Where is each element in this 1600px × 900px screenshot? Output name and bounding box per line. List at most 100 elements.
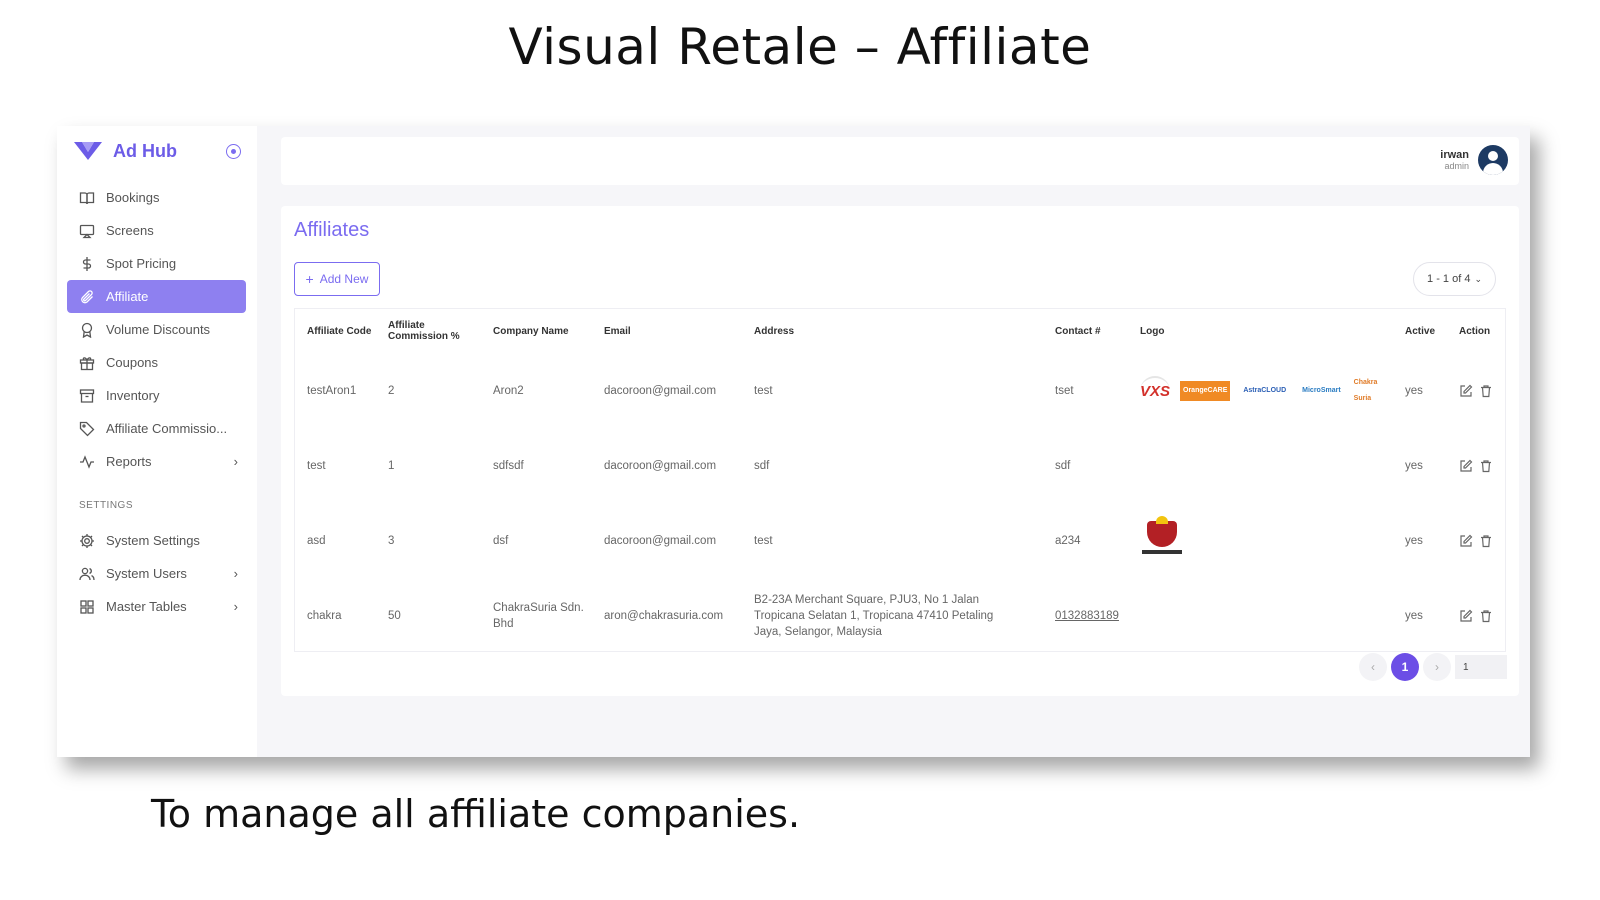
- cell-email: dacoroon@gmail.com: [604, 384, 717, 397]
- edit-icon[interactable]: [1459, 384, 1473, 398]
- page-jump-input[interactable]: 1: [1455, 655, 1507, 679]
- cell-company: ChakraSuria Sdn. Bhd: [493, 601, 584, 630]
- cell-company: sdfsdf: [493, 459, 524, 472]
- column-header[interactable]: Affiliate Commission %: [376, 309, 481, 353]
- award-icon: [78, 321, 96, 339]
- cell-commission: 3: [388, 534, 395, 547]
- avatar[interactable]: [1478, 145, 1508, 175]
- app-screenshot: Ad Hub Bookings Screens Spot Pricing Aff…: [57, 126, 1530, 757]
- delete-icon[interactable]: [1479, 384, 1493, 398]
- table-row[interactable]: asd 3 dsf dacoroon@gmail.com test a234 y…: [295, 503, 1507, 578]
- sidebar-item-volume-discounts[interactable]: Volume Discounts: [67, 313, 246, 346]
- cell-address: test: [754, 534, 773, 547]
- table-row[interactable]: testAron1 2 Aron2 dacoroon@gmail.com tes…: [295, 353, 1507, 428]
- sidebar: Ad Hub Bookings Screens Spot Pricing Aff…: [57, 126, 257, 757]
- sidebar-item-inventory[interactable]: Inventory: [67, 379, 246, 412]
- next-page-button[interactable]: ›: [1423, 653, 1451, 681]
- cell-commission: 2: [388, 384, 395, 397]
- sidebar-toggle-icon[interactable]: [226, 144, 241, 159]
- users-icon: [78, 565, 96, 583]
- page-title: Affiliates: [294, 219, 370, 241]
- delete-icon[interactable]: [1479, 459, 1493, 473]
- sidebar-item-label: System Users: [106, 566, 187, 581]
- chevron-right-icon: ›: [233, 599, 238, 614]
- sidebar-item-master-tables[interactable]: Master Tables ›: [67, 590, 246, 623]
- edit-icon[interactable]: [1459, 534, 1473, 548]
- cell-address: test: [754, 384, 773, 397]
- cell-contact: sdf: [1055, 459, 1071, 472]
- column-header[interactable]: Affiliate Code: [295, 309, 376, 353]
- column-header[interactable]: Address: [742, 309, 1043, 353]
- cell-contact[interactable]: 0132883189: [1043, 578, 1128, 653]
- chevron-right-icon: ›: [233, 566, 238, 581]
- sidebar-item-affiliate-commission[interactable]: Affiliate Commissio...: [67, 412, 246, 445]
- sidebar-nav: Bookings Screens Spot Pricing Affiliate: [67, 181, 246, 623]
- sidebar-item-label: System Settings: [106, 533, 200, 548]
- sidebar-item-system-settings[interactable]: System Settings: [67, 524, 246, 557]
- cell-email: dacoroon@gmail.com: [604, 534, 717, 547]
- add-new-button[interactable]: + Add New: [294, 262, 380, 296]
- cell-logo: [1128, 578, 1393, 653]
- sidebar-item-label: Affiliate: [106, 289, 149, 304]
- archive-icon: [78, 387, 96, 405]
- prev-page-button[interactable]: ‹: [1359, 653, 1387, 681]
- table-row[interactable]: test 1 sdfsdf dacoroon@gmail.com sdf sdf…: [295, 428, 1507, 503]
- affiliates-card: Affiliates + Add New 1 - 1 of 4 ⌄ Affili…: [281, 206, 1519, 696]
- column-header[interactable]: Logo: [1128, 309, 1393, 353]
- plus-icon: +: [305, 271, 314, 287]
- sidebar-item-coupons[interactable]: Coupons: [67, 346, 246, 379]
- sidebar-item-label: Volume Discounts: [106, 322, 211, 337]
- paperclip-icon: [78, 288, 96, 306]
- cell-email: dacoroon@gmail.com: [604, 459, 717, 472]
- sidebar-item-system-users[interactable]: System Users ›: [67, 557, 246, 590]
- sidebar-item-label: Master Tables: [106, 599, 187, 614]
- sidebar-item-label: Spot Pricing: [106, 256, 177, 271]
- cell-address: sdf: [754, 459, 770, 472]
- cell-company: Aron2: [493, 384, 524, 397]
- sidebar-item-label: Affiliate Commissio...: [106, 421, 228, 436]
- cell-company: dsf: [493, 534, 509, 547]
- brand-name: Ad Hub: [113, 140, 177, 161]
- cell-commission: 1: [388, 459, 395, 472]
- cell-code: chakra: [307, 609, 342, 622]
- pagination: ‹ 1 › 1: [1355, 653, 1507, 681]
- column-header[interactable]: Action: [1447, 309, 1507, 353]
- cell-contact: a234: [1055, 534, 1081, 547]
- cell-code: asd: [307, 534, 326, 547]
- column-header[interactable]: Email: [592, 309, 742, 353]
- brand[interactable]: Ad Hub: [73, 140, 177, 162]
- microsmart-logo: MicroSmart: [1302, 386, 1341, 394]
- delete-icon[interactable]: [1479, 609, 1493, 623]
- settings-heading: SETTINGS: [79, 500, 134, 511]
- sidebar-item-bookings[interactable]: Bookings: [67, 181, 246, 214]
- dollar-icon: [78, 255, 96, 273]
- edit-icon[interactable]: [1459, 609, 1473, 623]
- cell-email: aron@chakrasuria.com: [604, 609, 724, 622]
- affiliates-table: Affiliate Code Affiliate Commission % Co…: [294, 308, 1506, 652]
- column-header[interactable]: Active: [1393, 309, 1447, 353]
- cell-code: testAron1: [307, 384, 357, 397]
- orangecare-logo: OrangeCARE: [1180, 380, 1231, 401]
- screen-icon: [78, 222, 96, 240]
- astracloud-logo: AstraCLOUD: [1243, 386, 1287, 394]
- top-header: irwan admin: [281, 137, 1519, 185]
- sidebar-item-screens[interactable]: Screens: [67, 214, 246, 247]
- cell-logo: VXS OrangeCARE AstraCLOUD MicroSmart Cha…: [1128, 353, 1393, 428]
- chevron-down-icon: ⌄: [1474, 273, 1482, 284]
- table-row[interactable]: chakra 50 ChakraSuria Sdn. Bhd aron@chak…: [295, 578, 1507, 653]
- sidebar-item-affiliate[interactable]: Affiliate: [67, 280, 246, 313]
- records-range-dropdown[interactable]: 1 - 1 of 4 ⌄: [1413, 262, 1496, 296]
- sidebar-item-reports[interactable]: Reports ›: [67, 445, 246, 478]
- delete-icon[interactable]: [1479, 534, 1493, 548]
- cell-contact: tset: [1055, 384, 1074, 397]
- edit-icon[interactable]: [1459, 459, 1473, 473]
- slide-title: Visual Retale – Affiliate: [508, 18, 1092, 76]
- column-header[interactable]: Contact #: [1043, 309, 1128, 353]
- page-1-button[interactable]: 1: [1391, 653, 1419, 681]
- sidebar-item-label: Reports: [106, 454, 152, 469]
- brand-logo-icon: [74, 142, 102, 160]
- sidebar-item-spot-pricing[interactable]: Spot Pricing: [67, 247, 246, 280]
- column-header[interactable]: Company Name: [481, 309, 592, 353]
- user-menu[interactable]: irwan admin: [1440, 145, 1508, 175]
- sidebar-item-label: Screens: [106, 223, 154, 238]
